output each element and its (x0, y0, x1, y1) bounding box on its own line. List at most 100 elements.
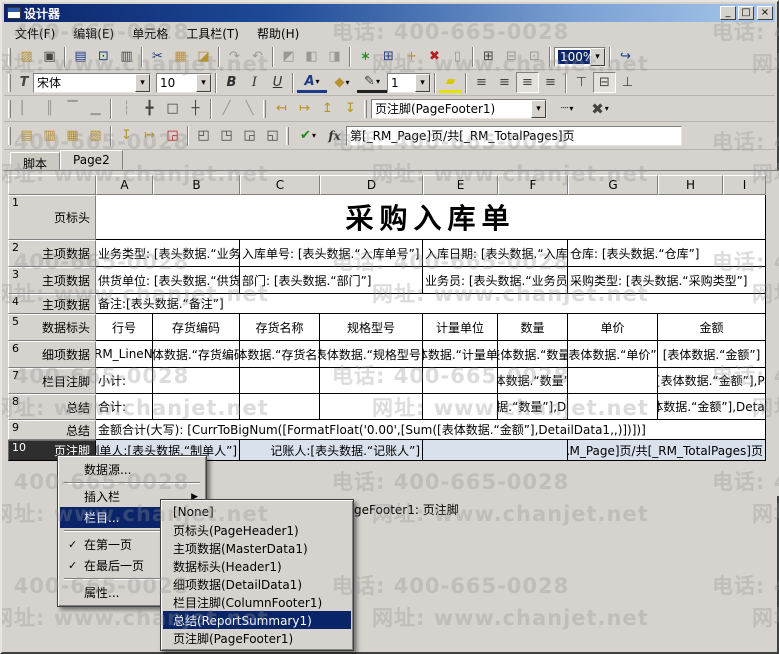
subtotal-amount-cell[interactable]: [Sum([表体数据.“金额”],Page,,)] (658, 368, 766, 394)
empty-cell[interactable] (320, 394, 423, 420)
table-button[interactable]: ⊞ (377, 46, 400, 67)
submenu-item-columnfooter[interactable]: 栏目注脚(ColumnFooter1) (163, 593, 351, 611)
menu-file[interactable]: 文件(F) (6, 22, 64, 45)
chevron-down-icon[interactable]: ▾ (415, 74, 430, 92)
empty-cell[interactable] (240, 394, 320, 420)
detail-cell-unit[interactable]: [表体数据.“计量单位”] (423, 341, 498, 368)
cell-department[interactable]: 部门: [表头数据.“部门”] (240, 267, 423, 294)
bold-button[interactable]: B (220, 72, 243, 93)
move-middle-button[interactable]: ◧ (300, 46, 323, 67)
border-top-button[interactable]: ▔ (61, 98, 84, 119)
toolbar-grip[interactable] (8, 48, 11, 66)
border-width-select[interactable]: 1 ▾ (387, 73, 431, 93)
chevron-down-icon[interactable]: ▾ (135, 74, 150, 92)
cell-receipt-no[interactable]: 入库单号: [表头数据.“入库单号”] (240, 240, 423, 267)
save-button[interactable]: ▣ (38, 46, 61, 67)
maximize-button[interactable]: □ (738, 6, 754, 20)
border-dotted-button[interactable]: ┆ (115, 98, 138, 119)
band-right-button[interactable]: ▧ (84, 125, 107, 146)
font-button[interactable]: T (15, 72, 33, 93)
total-amount-cell[interactable]: [Sum([表体数据.“金额”],DetailData1,,)] (658, 394, 766, 420)
empty-cell[interactable] (240, 368, 320, 394)
row-header-8[interactable]: 8 总结 (8, 394, 96, 420)
chevron-down-icon[interactable]: ▾ (345, 78, 349, 87)
line-color-button[interactable]: ✎▾ (357, 72, 387, 93)
column-header-a[interactable]: A (96, 175, 153, 195)
highlight-button[interactable]: ▰ (439, 72, 462, 93)
detail-cell-item-name[interactable]: [表体数据.“存货名称”] (240, 341, 320, 368)
menu-edit[interactable]: 编辑(E) (64, 22, 123, 45)
cell-clerk[interactable]: 业务员: [表头数据.“业务员”] (423, 267, 568, 294)
column-header-c[interactable]: C (240, 175, 320, 195)
chevron-down-icon[interactable]: ▾ (376, 77, 380, 86)
column-header-d[interactable]: D (320, 175, 423, 195)
cell-remark[interactable]: 备注:[表头数据.“备注”] (96, 294, 766, 314)
total-qty-cell[interactable]: [Sum([表体数据.“数量”],DetailData1,,)] (498, 394, 568, 420)
row-header-2[interactable]: 2 主项数据 (8, 240, 96, 267)
column-header-b[interactable]: B (153, 175, 240, 195)
submenu-item-reportsummary[interactable]: 总结(ReportSummary1) (163, 611, 351, 629)
empty-cell[interactable] (423, 394, 498, 420)
subtotal-label-cell[interactable]: 小计: (96, 368, 153, 394)
show-grid-button[interactable]: ⊞ (477, 46, 500, 67)
toolbar-grip[interactable] (8, 74, 11, 92)
empty-cell[interactable] (423, 368, 498, 394)
header-cell-item-name[interactable]: 存货名称 (240, 314, 320, 341)
amount-in-words-cell[interactable]: 金额合计(大写): [CurrToBigNum([FormatFloat('0.… (96, 420, 766, 440)
submenu-item-masterdata[interactable]: 主项数据(MasterData1) (163, 539, 351, 557)
menu-help[interactable]: 帮助(H) (248, 22, 308, 45)
minimize-button[interactable]: _ (720, 6, 736, 20)
tab-script[interactable]: 脚本 (10, 152, 60, 170)
cell-supplier[interactable]: 供货单位: [表头数据.“供货单位”] (96, 267, 240, 294)
report-title-cell[interactable]: 采购入库单 (96, 195, 766, 240)
grid-options-button[interactable]: ⊟ (500, 46, 523, 67)
copy-button[interactable]: ▦ (169, 46, 192, 67)
paste-button[interactable]: ◪ (192, 46, 215, 67)
insert-col-left-button[interactable]: ↤ (270, 98, 293, 119)
band-split-button[interactable]: ▤ (15, 125, 38, 146)
empty-cell[interactable] (320, 368, 423, 394)
row-header-6[interactable]: 6 细项数据 (8, 341, 96, 368)
empty-cell[interactable] (153, 368, 240, 394)
detail-cell-qty[interactable]: [表体数据.“数量”] (498, 341, 568, 368)
submenu-item-pagefooter[interactable]: 页注脚(PageFooter1) (163, 629, 351, 647)
detail-cell-price[interactable]: [表体数据.“单价”] (568, 341, 658, 368)
border-inner-button[interactable]: ┼ (184, 98, 207, 119)
insert-row-below-button[interactable]: ↧ (339, 98, 362, 119)
chevron-down-icon[interactable]: ▾ (590, 48, 605, 66)
chevron-down-icon[interactable]: ▾ (196, 74, 211, 92)
submenu-item-detaildata[interactable]: 细项数据(DetailData1) (163, 575, 351, 593)
band-left-button[interactable]: ▦ (61, 125, 84, 146)
delete-band-button[interactable]: ✖▾ (583, 98, 617, 119)
header-cell-item-code[interactable]: 存货编码 (153, 314, 240, 341)
bring-front-button[interactable]: ◩ (277, 46, 300, 67)
merge-cells-button[interactable]: ⊡ (523, 46, 546, 67)
subtotal-qty-cell[interactable]: [Sum([表体数据.“数量”],Page,,)] (498, 368, 568, 394)
header-cell-price[interactable]: 单价 (568, 314, 658, 341)
corner-cell[interactable] (8, 175, 96, 195)
empty-cell[interactable] (423, 440, 568, 461)
font-size-select[interactable]: 10 ▾ (156, 73, 212, 93)
delete-cell-button[interactable]: ✖ (423, 46, 446, 67)
grow-down-button[interactable]: ↧ (115, 125, 138, 146)
chevron-down-icon[interactable]: ▾ (312, 131, 316, 140)
page-number-cell[interactable]: 第[_RM_Page]页/共[_RM_TotalPages]页 (568, 440, 766, 461)
page-layout-1-button[interactable]: ◰ (192, 125, 215, 146)
diagonal-down-button[interactable]: ╲ (238, 98, 261, 119)
header-cell-line-no[interactable]: 行号 (96, 314, 153, 341)
send-back-button[interactable]: ◨ (323, 46, 346, 67)
page-layout-3-button[interactable]: ◲ (238, 125, 261, 146)
empty-cell[interactable] (568, 394, 658, 420)
exit-button[interactable]: ↪ (614, 46, 637, 67)
toolbar-grip[interactable] (8, 100, 11, 118)
total-label-cell[interactable]: 合计: (96, 394, 153, 420)
font-color-button[interactable]: A▾ (297, 72, 327, 93)
column-header-g[interactable]: G (568, 175, 658, 195)
redo-button[interactable]: ↷ (223, 46, 246, 67)
submenu-item-pageheader[interactable]: 页标头(PageHeader1) (163, 521, 351, 539)
font-name-select[interactable]: 宋体 ▾ (33, 73, 151, 93)
bookkeeper-cell[interactable]: 记账人:[表头数据.“记账人”] (240, 440, 423, 461)
column-header-f[interactable]: F (498, 175, 568, 195)
blank-page-button[interactable]: ▯ (446, 46, 469, 67)
anchor-button[interactable]: ◲ (161, 125, 184, 146)
